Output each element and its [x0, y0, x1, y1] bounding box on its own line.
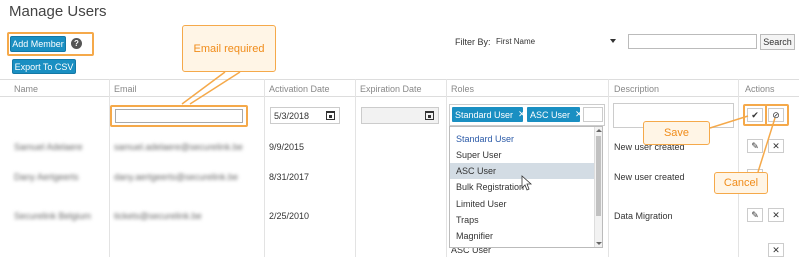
row-name: Dany Aertgeerts	[14, 172, 79, 182]
email-required-callout: Email required	[182, 25, 276, 72]
search-button[interactable]: Search	[760, 34, 795, 50]
activation-date-value: 5/3/2018	[274, 110, 310, 121]
role-option-limited-user[interactable]: Limited User	[450, 196, 595, 212]
delete-button[interactable]: ✕	[768, 208, 784, 222]
row-email: tickets@securelink.be	[114, 211, 202, 221]
x-icon: ✕	[772, 244, 780, 255]
cancel-highlight	[765, 104, 789, 126]
header-description[interactable]: Description	[614, 84, 659, 94]
x-icon[interactable]: ✕	[518, 109, 526, 120]
export-csv-button[interactable]: Export To CSV	[12, 59, 76, 74]
column-divider	[446, 79, 447, 257]
delete-button[interactable]: ✕	[768, 243, 784, 257]
role-option-magnifier[interactable]: Magnifier	[450, 228, 595, 244]
column-divider	[738, 79, 739, 257]
role-option-asc-user[interactable]: ASC User	[450, 163, 595, 179]
expiration-date-input[interactable]	[361, 107, 439, 124]
role-tag-standard-user: Standard User ✕	[452, 107, 526, 122]
column-divider	[264, 79, 265, 257]
column-divider	[355, 79, 356, 257]
header-actions: Actions	[745, 84, 775, 94]
x-icon: ✕	[772, 209, 780, 220]
row-email: dany.aertgeerts@securelink.be	[114, 172, 239, 182]
header-activation-date[interactable]: Activation Date	[269, 84, 330, 94]
header-roles[interactable]: Roles	[451, 84, 474, 94]
pencil-icon: ✎	[751, 140, 759, 151]
column-divider	[608, 79, 609, 257]
x-icon: ✕	[772, 140, 780, 151]
filter-label: Filter By:	[455, 37, 491, 47]
role-option-traps[interactable]: Traps	[450, 212, 595, 228]
role-tag-label: Standard User	[455, 109, 514, 120]
save-highlight	[743, 104, 767, 126]
pencil-icon: ✎	[751, 209, 759, 220]
chevron-down-icon	[610, 39, 616, 43]
calendar-icon[interactable]	[326, 111, 335, 120]
row-name: Securelink Belgium	[14, 211, 92, 221]
row-description: Data Migration	[614, 211, 673, 221]
header-name[interactable]: Name	[14, 84, 38, 94]
edit-button[interactable]: ✎	[747, 208, 763, 222]
row-name: Samuel Adelaere	[14, 142, 83, 152]
delete-button[interactable]: ✕	[768, 139, 784, 153]
roles-dropdown[interactable]: Standard User Super User ASC User Bulk R…	[449, 126, 603, 248]
header-expiration-date[interactable]: Expiration Date	[360, 84, 422, 94]
scroll-down-icon[interactable]	[596, 242, 602, 245]
role-tag-asc-user: ASC User ✕	[527, 107, 583, 122]
role-tag-label: ASC User	[530, 109, 571, 120]
cancel-callout: Cancel	[714, 172, 768, 194]
x-icon[interactable]: ✕	[575, 109, 583, 120]
role-option-bulk-registration[interactable]: Bulk Registration	[450, 179, 595, 195]
add-member-highlight	[7, 32, 94, 56]
filter-select[interactable]: First Name	[493, 34, 620, 49]
header-email[interactable]: Email	[114, 84, 137, 94]
role-option-standard-user[interactable]: Standard User	[450, 131, 595, 147]
edit-button[interactable]: ✎	[747, 139, 763, 153]
role-option-super-user[interactable]: Super User	[450, 147, 595, 163]
page-title: Manage Users	[9, 3, 107, 20]
row-activation-date: 2/25/2010	[269, 211, 310, 221]
activation-date-input[interactable]: 5/3/2018	[270, 107, 340, 124]
email-field-highlight	[110, 105, 248, 127]
filter-select-value: First Name	[496, 37, 536, 46]
calendar-icon[interactable]	[425, 111, 434, 120]
row-description: New user created	[614, 172, 685, 182]
search-input[interactable]	[628, 34, 757, 49]
row-activation-date: 8/31/2017	[269, 172, 310, 182]
roles-search-input[interactable]	[583, 107, 603, 122]
row-email: samuel.adelaere@securelink.be	[114, 142, 243, 152]
row-activation-date: 9/9/2015	[269, 142, 305, 152]
scroll-up-icon[interactable]	[596, 129, 602, 132]
dropdown-scrollbar[interactable]	[594, 127, 602, 247]
save-callout: Save	[643, 121, 710, 145]
scrollbar-thumb[interactable]	[596, 136, 601, 216]
